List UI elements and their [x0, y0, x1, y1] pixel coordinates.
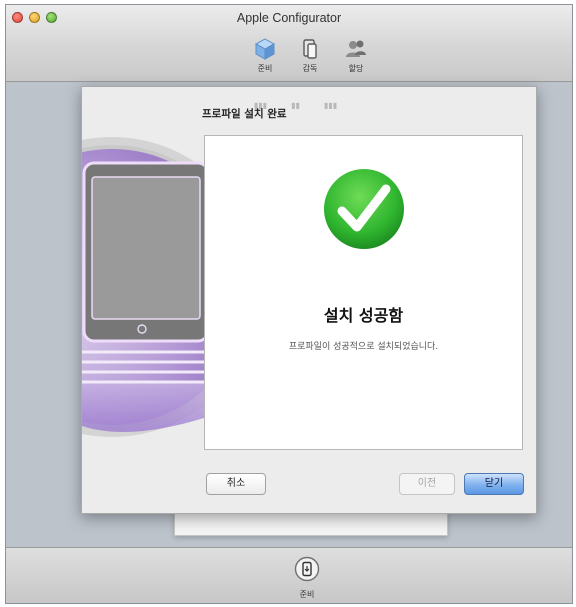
app-window: Apple Configurator 준비 감독 할당 ▮▮▮ ▮▮ ▮▮▮ 프… — [5, 4, 573, 604]
toolbar-assign-label: 할당 — [348, 64, 364, 73]
install-complete-sheet: ▮▮▮ ▮▮ ▮▮▮ 프로파일 설치 완료 설치 성공함 프로파일이 성공적으로… — [81, 86, 537, 514]
result-panel: 설치 성공함 프로파일이 성공적으로 설치되었습니다. — [204, 135, 523, 450]
window-title: Apple Configurator — [236, 11, 342, 25]
people-icon — [346, 40, 366, 57]
cube-icon — [254, 38, 276, 60]
close-button[interactable]: 닫기 — [464, 473, 524, 495]
toolbar: 준비 감독 할당 — [6, 37, 572, 79]
previous-button[interactable]: 이전 — [399, 473, 455, 495]
bottom-bar: 준비 — [6, 547, 572, 603]
success-message: 프로파일이 성공적으로 설치되었습니다. — [288, 342, 439, 352]
ghost-tab: ▮▮ — [291, 101, 301, 110]
toolbar-supervise-button[interactable]: 감독 — [288, 37, 332, 74]
prepare-device-button[interactable]: 준비 — [292, 556, 322, 600]
title-bar: Apple Configurator 준비 감독 할당 — [6, 5, 572, 82]
prepare-device-label: 준비 — [299, 590, 315, 599]
cancel-button[interactable]: 취소 — [206, 473, 266, 495]
devices-icon — [303, 39, 317, 59]
checkmark-icon — [324, 169, 404, 249]
success-title: 설치 성공함 — [323, 306, 404, 325]
ghost-tab: ▮▮▮ — [324, 101, 338, 110]
toolbar-prepare-label: 준비 — [257, 64, 273, 73]
sheet-title: 프로파일 설치 완료 — [202, 108, 287, 120]
toolbar-prepare-button[interactable]: 준비 — [243, 37, 287, 74]
toolbar-supervise-label: 감독 — [302, 64, 318, 73]
device-prepare-icon — [294, 556, 320, 582]
toolbar-assign-button[interactable]: 할당 — [334, 37, 378, 74]
